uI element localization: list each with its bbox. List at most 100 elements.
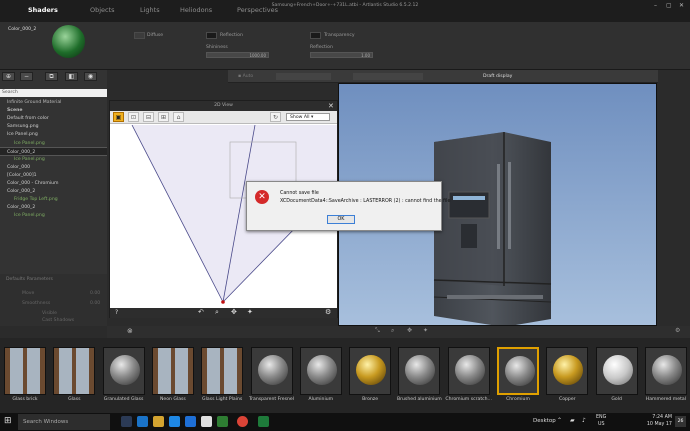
tab-shaders[interactable]: Shaders — [28, 6, 58, 14]
minus-icon[interactable]: − — [20, 72, 33, 81]
fit-view-icon[interactable]: ✦ — [247, 308, 253, 316]
catalog-label: Hammered metal — [645, 397, 686, 402]
catalog-thumbnail[interactable] — [546, 347, 589, 395]
maximize-icon[interactable]: ▢ — [666, 2, 672, 9]
catalog-label: Glass — [68, 397, 81, 402]
catalog-thumbnail[interactable] — [595, 347, 638, 395]
app-icon-2[interactable] — [217, 416, 228, 427]
explorer-icon[interactable] — [153, 416, 164, 427]
region-label[interactable]: US — [598, 422, 605, 427]
material-preview-sphere — [52, 25, 85, 58]
left-view-icon[interactable]: ⊟ — [143, 112, 154, 122]
search-input[interactable]: Search — [0, 89, 107, 97]
right-view-icon[interactable]: ⊞ — [158, 112, 169, 122]
ok-button[interactable]: OK — [327, 215, 355, 224]
catalog-thumbnail[interactable] — [447, 347, 490, 395]
material-sphere-icon — [109, 355, 140, 385]
tab-objects[interactable]: Objects — [90, 6, 115, 14]
camera-icon[interactable]: ⌕ — [391, 327, 394, 335]
zoom-icon[interactable]: ⌕ — [215, 308, 219, 317]
language-label[interactable]: ENG — [596, 415, 606, 420]
reflection-label: Reflection — [220, 33, 243, 38]
catalog-thumbnail[interactable] — [102, 347, 145, 395]
render-toolbar: ▪ Auto Draft display — [228, 70, 658, 83]
windows-start-icon[interactable]: ⊞ — [4, 416, 12, 426]
duplicate-icon[interactable]: ⧉ — [45, 72, 58, 81]
material-sphere-icon — [306, 355, 337, 385]
move-value[interactable]: 0.00 — [90, 291, 100, 296]
catalog-thumbnail[interactable] — [250, 347, 293, 395]
catalog-thumbnail[interactable] — [201, 347, 244, 395]
app-icon[interactable] — [201, 416, 212, 427]
tab-lights[interactable]: Lights — [140, 6, 160, 14]
cast-shadows-checkbox[interactable]: Cast Shadows — [42, 318, 74, 323]
catalog-thumbnail[interactable] — [299, 347, 342, 395]
transparency-swatch[interactable] — [310, 32, 321, 39]
smoothness-value[interactable]: 0.00 — [90, 301, 100, 306]
front-view-icon[interactable]: ⊡ — [128, 112, 139, 122]
pan-icon[interactable]: ↻ — [270, 112, 281, 122]
catalog-label: Neon Glass — [159, 397, 186, 402]
notification-icon[interactable]: 26 — [675, 416, 686, 427]
render-icon[interactable]: ⤡ — [375, 327, 380, 335]
2d-view-title: 2D View — [110, 101, 337, 111]
shininess-field[interactable]: 1000.00 — [206, 52, 269, 58]
material-sphere-icon — [602, 355, 633, 385]
top-view-icon[interactable]: ▣ — [113, 112, 124, 122]
catalog-label: Glass Light Plains — [202, 397, 243, 402]
clock-date[interactable]: 10 May 17 — [640, 422, 672, 427]
catalog-thumbnail[interactable] — [53, 347, 96, 395]
catalog-thumbnail[interactable] — [4, 347, 46, 395]
taskbar-search[interactable]: Search Windows — [18, 414, 110, 430]
eye-icon[interactable]: ◉ — [84, 72, 97, 81]
error-dialog: ✕ Cannot save file XCDocumentData4::Save… — [246, 181, 450, 231]
undo-icon[interactable]: ↶ — [198, 308, 204, 316]
visible-checkbox[interactable]: Visible — [42, 311, 57, 316]
desktop-label[interactable]: Desktop — [533, 418, 556, 424]
reflection-field[interactable]: 1.00 — [310, 52, 373, 58]
shader-tree-item[interactable]: Ice Panel.png — [0, 211, 107, 220]
catalog-label: Brushed aluminium — [396, 397, 442, 402]
mail-icon[interactable] — [185, 416, 196, 427]
display-combo[interactable] — [353, 73, 423, 80]
dialog-title: Cannot save file — [280, 191, 319, 196]
app-title-bar: Shaders Objects Lights Heliodons Perspec… — [0, 0, 690, 22]
settings-icon[interactable]: ⚙ — [325, 308, 331, 316]
tree-icon[interactable]: ⊕ — [2, 72, 15, 81]
catalog-label: Granulated Glass — [103, 397, 144, 402]
draft-display-label[interactable]: Draft display — [483, 74, 512, 79]
artlantis-icon[interactable] — [258, 416, 269, 427]
fly-icon[interactable]: ✦ — [423, 327, 428, 334]
clock-time[interactable]: 7:24 AM — [646, 415, 672, 420]
help-icon[interactable]: ? — [115, 309, 118, 316]
navigate-icon[interactable]: ✥ — [407, 327, 412, 334]
render-combo[interactable] — [276, 73, 331, 80]
chrome-icon[interactable] — [237, 416, 248, 427]
diffuse-swatch[interactable] — [134, 32, 145, 39]
catalog-thumbnail[interactable] — [644, 347, 687, 395]
close-2d-view-icon[interactable]: ✕ — [328, 102, 334, 110]
edge-icon[interactable] — [137, 416, 148, 427]
minimize-icon[interactable]: – — [654, 2, 657, 9]
task-view-icon[interactable] — [121, 416, 132, 427]
close-icon[interactable]: ✕ — [679, 2, 684, 9]
reflection-swatch[interactable] — [206, 32, 217, 39]
catalog-thumbnail[interactable] — [398, 347, 441, 395]
catalog-thumbnail[interactable] — [349, 347, 392, 395]
store-icon[interactable] — [169, 416, 180, 427]
back-view-icon[interactable]: ⌂ — [173, 112, 184, 122]
object-icon[interactable]: ◧ — [65, 72, 78, 81]
2d-view-footer: ? ↶ ⌕ ✥ ✦ ⚙ — [110, 308, 337, 318]
params-title: Defaults Parameters — [6, 277, 53, 282]
catalog-thumbnail[interactable] — [497, 347, 539, 395]
network-icon[interactable]: ▰ — [570, 417, 575, 424]
chevron-up-icon[interactable]: ⌃ — [557, 417, 562, 424]
catalog-thumbnail[interactable] — [151, 347, 194, 395]
move-view-icon[interactable]: ✥ — [231, 308, 237, 316]
volume-icon[interactable]: ♪ — [582, 417, 586, 424]
tab-heliodons[interactable]: Heliodons — [180, 6, 212, 14]
smoothness-label: Smoothness — [22, 301, 51, 306]
show-all-select[interactable]: Show All ▾ — [286, 113, 330, 121]
preferences-icon[interactable]: ⚙ — [675, 327, 680, 334]
close-catalog-icon[interactable]: ⊗ — [127, 327, 133, 335]
